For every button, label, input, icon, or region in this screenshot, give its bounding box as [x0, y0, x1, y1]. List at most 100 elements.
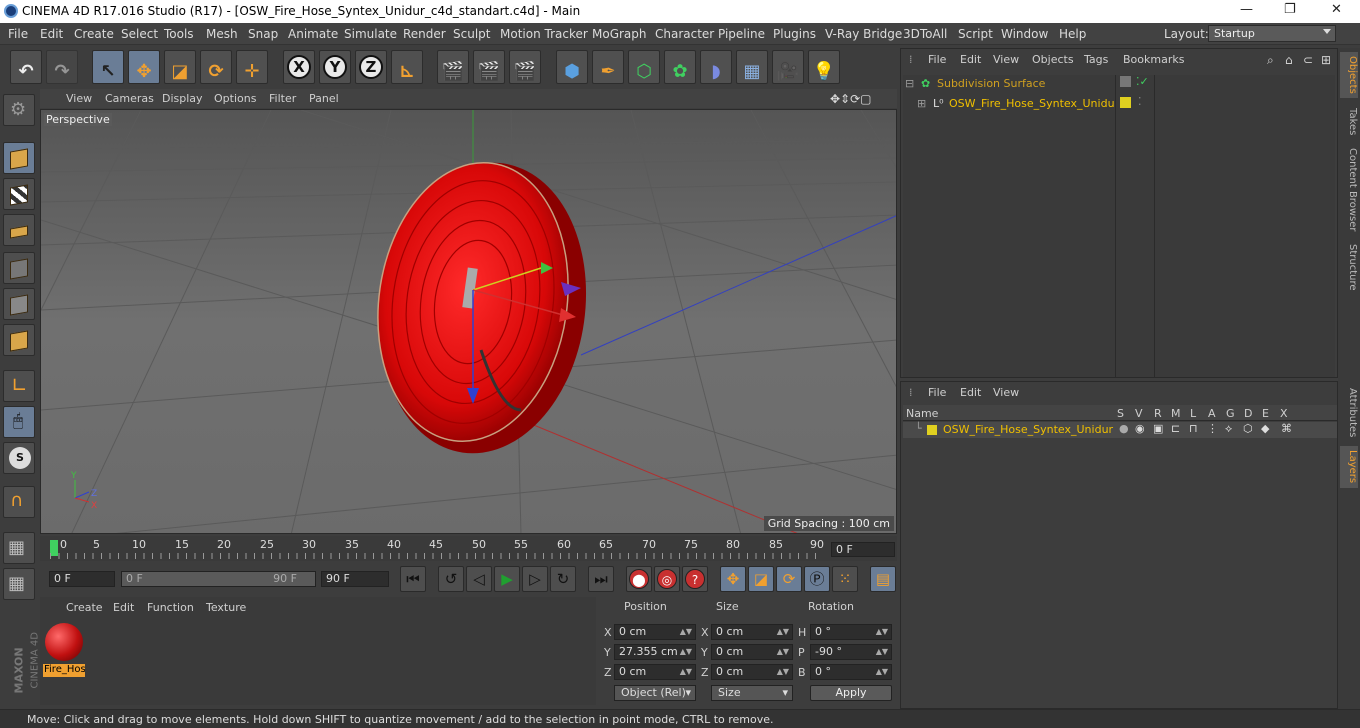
x-axis-lock-button[interactable]: X: [283, 50, 315, 84]
menu-pipeline[interactable]: Pipeline: [718, 27, 765, 41]
menu-mograph[interactable]: MoGraph: [592, 27, 647, 41]
tab-takes[interactable]: Takes: [1340, 104, 1358, 140]
snap-button[interactable]: ∩: [3, 486, 35, 518]
end-frame-field[interactable]: 90 F: [321, 571, 389, 587]
current-frame-field[interactable]: 0 F: [831, 542, 895, 557]
tree-row-hose[interactable]: ⊞ L⁰ OSW_Fire_Hose_Syntex_Unidur: [903, 95, 1119, 113]
viewport-menu-view[interactable]: View: [66, 92, 92, 105]
maximize-button[interactable]: ❐: [1284, 2, 1296, 17]
previous-frame-button[interactable]: ◁: [466, 566, 492, 592]
layers-col-generators[interactable]: G: [1226, 407, 1235, 420]
polygons-mode-button[interactable]: [3, 324, 35, 356]
layer-swatch-icon[interactable]: [1120, 97, 1131, 108]
objects-menu-objects[interactable]: Objects: [1032, 53, 1074, 66]
add-deformer-button[interactable]: ◗: [700, 50, 732, 84]
position-y-field[interactable]: 27.355 cm ▲▼: [614, 644, 696, 660]
expression-icon[interactable]: ◆: [1261, 422, 1269, 435]
layers-col-name[interactable]: Name: [906, 407, 938, 420]
menu-help[interactable]: Help: [1059, 27, 1086, 41]
start-frame-field[interactable]: 0 F: [49, 571, 115, 587]
tab-structure[interactable]: Structure: [1340, 240, 1358, 294]
deformer-icon[interactable]: ⬡: [1243, 422, 1253, 435]
layer-color-swatch[interactable]: [927, 425, 937, 435]
3d-viewport[interactable]: Y Z X Perspective Grid Spacing : 100 cm: [40, 109, 897, 534]
layer-swatch-icon[interactable]: [1120, 76, 1131, 87]
manager-icon[interactable]: ⊏: [1171, 422, 1180, 435]
menu-create[interactable]: Create: [74, 27, 114, 41]
layers-col-locked[interactable]: L: [1190, 407, 1196, 420]
rotation-b-field[interactable]: 0 ° ▲▼: [810, 664, 892, 680]
size-z-field[interactable]: 0 cm ▲▼: [711, 664, 793, 680]
menu-file[interactable]: File: [8, 27, 28, 41]
y-axis-lock-button[interactable]: Y: [319, 50, 351, 84]
solo-dot-icon[interactable]: ●: [1119, 422, 1129, 435]
layers-col-expressions[interactable]: E: [1262, 407, 1269, 420]
eye-icon[interactable]: ◉: [1135, 422, 1145, 435]
record-rotation-button[interactable]: ⟳: [776, 566, 802, 592]
material-thumbnail[interactable]: Fire_Hos: [43, 621, 85, 677]
material-menu-function[interactable]: Function: [147, 601, 194, 614]
record-position-button[interactable]: ✥: [720, 566, 746, 592]
tab-attributes[interactable]: Attributes: [1340, 384, 1358, 442]
size-y-field[interactable]: 0 cm ▲▼: [711, 644, 793, 660]
material-menu-texture[interactable]: Texture: [206, 601, 246, 614]
menu-snap[interactable]: Snap: [248, 27, 278, 41]
render-to-picture-viewer-button[interactable]: 🎬: [473, 50, 505, 84]
objects-menu-bookmarks[interactable]: Bookmarks: [1123, 53, 1184, 66]
next-key-button[interactable]: ↻: [550, 566, 576, 592]
render-view-button[interactable]: 🎬: [437, 50, 469, 84]
tweak-mode-button[interactable]: 🖱: [3, 406, 35, 438]
points-mode-button[interactable]: [3, 252, 35, 284]
camera-label[interactable]: Perspective: [44, 113, 112, 126]
add-floor-button[interactable]: ▦: [736, 50, 768, 84]
generator-icon[interactable]: ⟡: [1225, 422, 1232, 436]
record-parameter-button[interactable]: Ⓟ: [804, 566, 830, 592]
viewport-navigation-icons[interactable]: ✥⇕⟳▢: [830, 92, 872, 106]
timeline-ruler[interactable]: 0 5 10 15 20 25 30 35 40 45 50 55 60 65 …: [40, 536, 897, 561]
size-mode-dropdown[interactable]: Size ▾: [711, 685, 793, 701]
objects-menu-edit[interactable]: Edit: [960, 53, 981, 66]
solo-button[interactable]: S: [3, 442, 35, 474]
material-menu-create[interactable]: Create: [66, 601, 103, 614]
viewport-menu-cameras[interactable]: Cameras: [105, 92, 154, 105]
add-spline-button[interactable]: ✒: [592, 50, 624, 84]
texture-mode-button[interactable]: [3, 178, 35, 210]
play-button[interactable]: ▶: [494, 566, 520, 592]
render-settings-button[interactable]: 🎬: [509, 50, 541, 84]
objects-menu-tags[interactable]: Tags: [1084, 53, 1108, 66]
tree-row-subdivision-surface[interactable]: ⊟ ✿ Subdivision Surface: [903, 75, 1115, 93]
tab-layers[interactable]: Layers: [1340, 446, 1358, 488]
frame-range-slider[interactable]: 0 F 90 F: [121, 571, 316, 587]
tab-objects[interactable]: Objects: [1340, 52, 1358, 98]
keyframe-selection-button[interactable]: ?: [682, 566, 708, 592]
record-scale-button[interactable]: ◪: [748, 566, 774, 592]
rotation-p-field[interactable]: -90 ° ▲▼: [810, 644, 892, 660]
menu-script[interactable]: Script: [958, 27, 993, 41]
layers-col-animation[interactable]: A: [1208, 407, 1216, 420]
layers-menu-view[interactable]: View: [993, 386, 1019, 399]
apply-button[interactable]: Apply: [810, 685, 892, 701]
collapse-icon[interactable]: ⊟: [905, 75, 914, 93]
size-x-field[interactable]: 0 cm ▲▼: [711, 624, 793, 640]
scale-tool-button[interactable]: ◪: [164, 50, 196, 84]
recent-tool-button[interactable]: ✛: [236, 50, 268, 84]
workplane-mode-button[interactable]: [3, 214, 35, 246]
menu-mesh[interactable]: Mesh: [206, 27, 238, 41]
layers-col-xref[interactable]: X: [1280, 407, 1288, 420]
viewport-menu-options[interactable]: Options: [214, 92, 256, 105]
model-mode-button[interactable]: [3, 142, 35, 174]
record-pla-button[interactable]: ⁙: [832, 566, 858, 592]
position-z-field[interactable]: 0 cm ▲▼: [614, 664, 696, 680]
move-tool-button[interactable]: ✥: [128, 50, 160, 84]
viewport-menu-panel[interactable]: Panel: [309, 92, 339, 105]
menu-plugins[interactable]: Plugins: [773, 27, 816, 41]
make-editable-button[interactable]: ⚙: [3, 94, 35, 126]
layers-col-solo[interactable]: S: [1117, 407, 1124, 420]
live-selection-button[interactable]: ↖: [92, 50, 124, 84]
objects-menu-view[interactable]: View: [993, 53, 1019, 66]
new-panel-icon[interactable]: ⊞: [1321, 53, 1331, 67]
redo-button[interactable]: ↷: [46, 50, 78, 84]
layout-dropdown[interactable]: Startup: [1208, 25, 1336, 42]
minimize-button[interactable]: —: [1240, 2, 1253, 17]
search-icon[interactable]: ⌕: [1267, 53, 1274, 68]
